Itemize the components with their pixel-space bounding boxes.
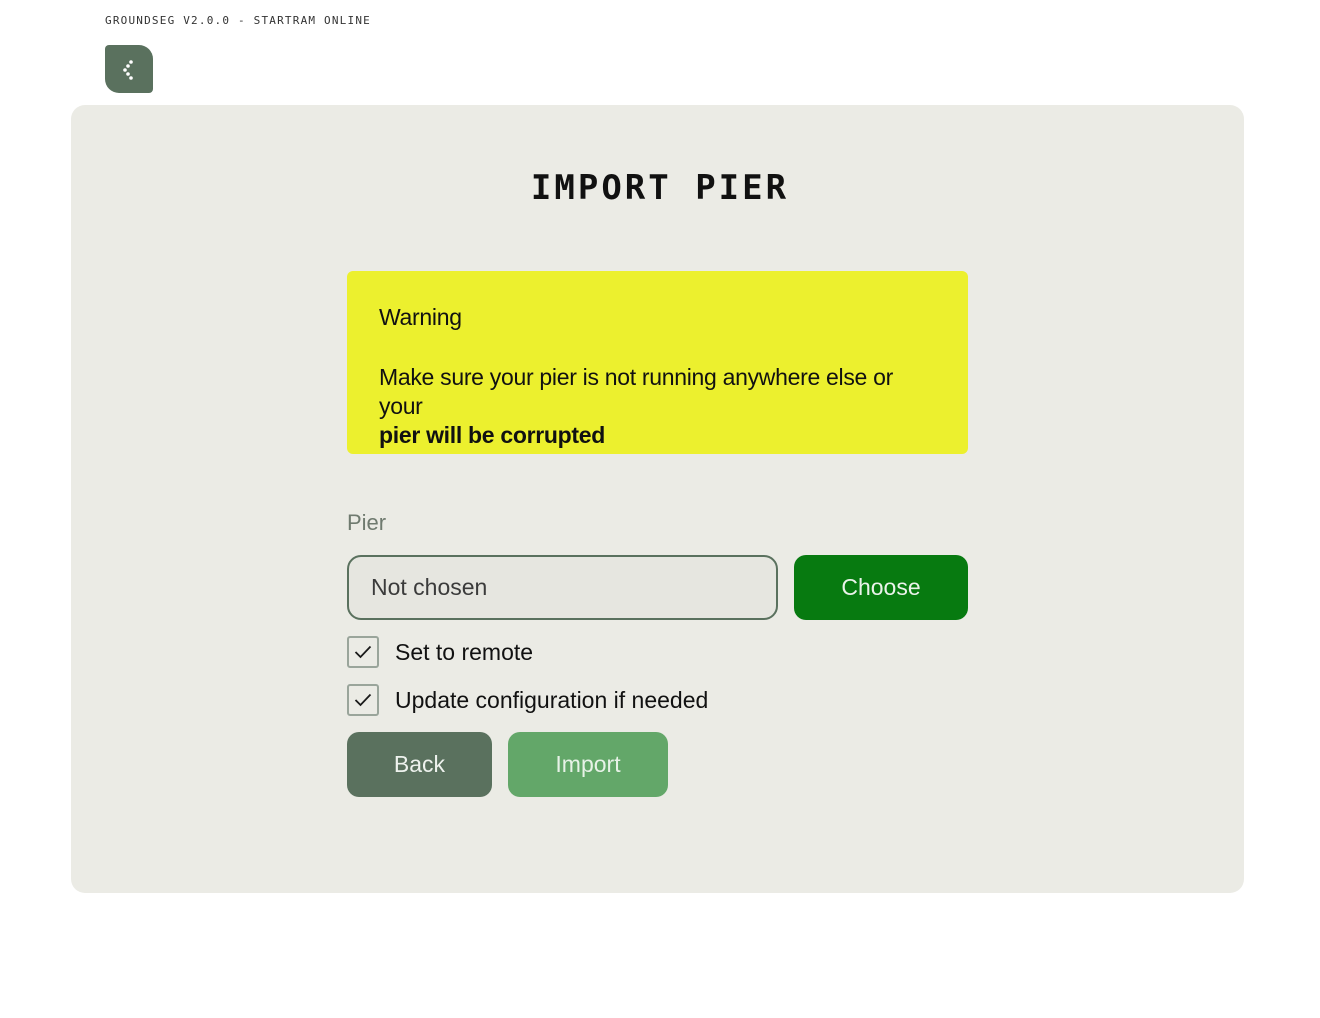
checkmark-icon (354, 645, 372, 659)
back-button[interactable]: Back (347, 732, 492, 797)
groundseg-logo-icon (123, 60, 133, 80)
set-to-remote-checkbox[interactable] (347, 636, 379, 668)
warning-heading: Warning (379, 304, 462, 330)
groundseg-logo-button[interactable] (105, 45, 153, 93)
update-configuration-label: Update configuration if needed (395, 686, 709, 713)
version-status-text: GROUNDSEG V2.0.0 - STARTRAM ONLINE (105, 14, 371, 27)
update-configuration-checkbox[interactable] (347, 684, 379, 716)
warning-banner: Warning Make sure your pier is not runni… (347, 271, 968, 454)
warning-message: Make sure your pier is not running anywh… (379, 364, 893, 419)
warning-message-emphasis: pier will be corrupted (379, 422, 605, 448)
set-to-remote-label: Set to remote (395, 638, 534, 665)
import-button[interactable]: Import (508, 732, 668, 797)
checkmark-icon (354, 693, 372, 707)
update-configuration-option[interactable]: Update configuration if needed (347, 684, 708, 716)
pier-field-label: Pier (347, 510, 387, 535)
page-title: IMPORT PIER (530, 168, 790, 208)
pier-file-input[interactable] (347, 555, 778, 620)
set-to-remote-option[interactable]: Set to remote (347, 636, 533, 668)
choose-button[interactable]: Choose (794, 555, 968, 620)
